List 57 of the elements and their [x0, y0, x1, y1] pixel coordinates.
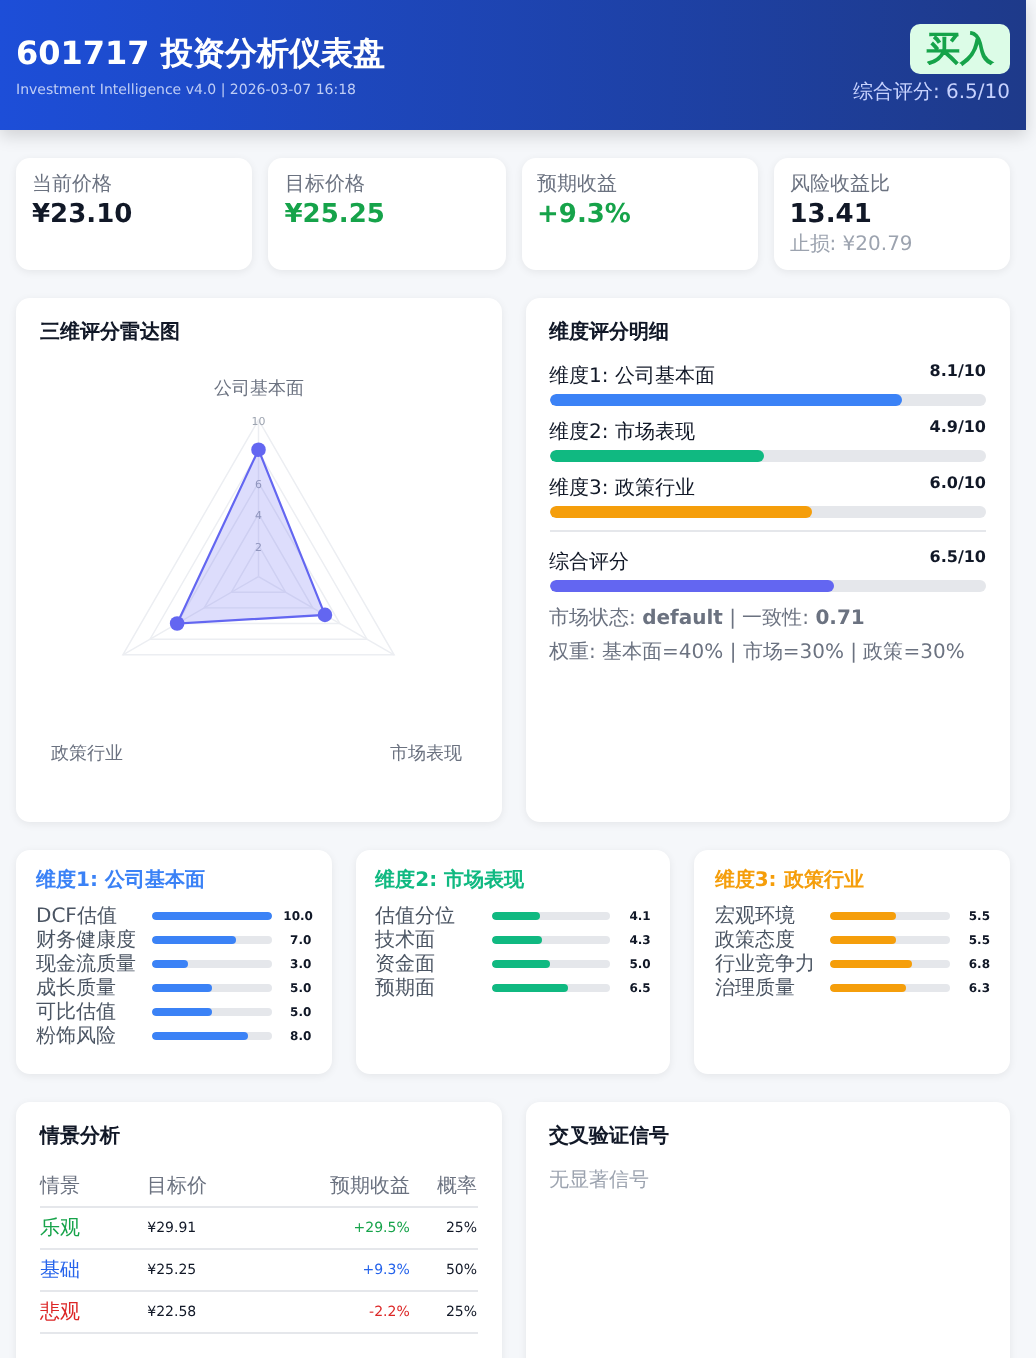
stop-loss-note: 止损: ¥20.79 [789, 231, 915, 258]
dimension-score: 8.1/10 [929, 362, 986, 384]
factor-label: 行业竞争力 [714, 951, 817, 977]
factor-label: 现金流质量 [36, 951, 138, 977]
stat-label: 当前价格 [32, 171, 114, 198]
card-title: 情景分析 [40, 1123, 122, 1150]
dimension-score: 6.0/10 [929, 474, 986, 496]
dimension-label: 维度2: 市场表现 [549, 419, 695, 446]
dashboard-title: 601717 投资分析仪表盘 [16, 33, 385, 75]
score-point [251, 442, 266, 457]
score-note: 权重: 基本面=40% | 市场=30% | 政策=30% [549, 639, 967, 666]
scenario-name: 乐观 [40, 1207, 108, 1249]
factor-label: 预期面 [375, 975, 438, 1002]
factor-label: 宏观环境 [714, 903, 797, 929]
scenario-name: 基础 [40, 1249, 108, 1291]
score-note: 市场状态: default | 一致性: 0.71 [549, 605, 867, 632]
score-point [169, 616, 185, 631]
card-title: 维度评分明细 [549, 318, 671, 346]
factor-label: 政策态度 [714, 927, 797, 953]
dimension-score: 4.9/10 [929, 418, 986, 440]
score-point [317, 607, 333, 623]
card-title: 交叉验证信号 [549, 1122, 671, 1150]
card-title: 三维评分雷达图 [40, 318, 182, 346]
empty-message: 无显著信号 [549, 1167, 651, 1194]
overall-score: 综合评分: 6.5/10 [852, 79, 1010, 106]
axis-label: 市场表现 [390, 744, 463, 765]
stat-value: 13.41 [789, 200, 874, 230]
total-label: 综合评分 [549, 549, 629, 576]
factor-label: 资金面 [375, 952, 438, 977]
stat-value: ¥23.10 [32, 200, 135, 230]
factor-label: 治理质量 [714, 975, 797, 1002]
column-header: 预期收益 [275, 1166, 410, 1207]
axis-label: 政策行业 [50, 744, 123, 765]
rating-badge: 买入 [910, 24, 1010, 74]
axis-label: 公司基本面 [213, 380, 304, 401]
stat-value: ¥25.25 [284, 200, 387, 230]
scenario-name: 悲观 [40, 1291, 108, 1333]
dimension-label: 维度1: 公司基本面 [549, 363, 715, 390]
dimension-title: 维度3: 政策行业 [714, 866, 866, 894]
factor-label: 可比估值 [36, 999, 118, 1026]
factor-label: 估值分位 [375, 904, 458, 929]
stat-label: 目标价格 [284, 171, 367, 198]
dimension-title: 维度2: 市场表现 [375, 866, 527, 894]
column-header: 目标价 [107, 1166, 276, 1207]
stat-label: 预期收益 [537, 171, 619, 198]
stat-value: +9.3% [537, 200, 633, 230]
factor-label: DCF估值 [36, 904, 119, 929]
stat-label: 风险收益比 [789, 171, 892, 198]
dimension-label: 维度3: 政策行业 [549, 475, 695, 502]
factor-label: 粉饰风险 [36, 1024, 118, 1050]
column-header: 情景 [40, 1166, 108, 1207]
column-header: 概率 [409, 1166, 477, 1207]
factor-label: 技术面 [375, 927, 438, 954]
factor-label: 成长质量 [36, 975, 118, 1001]
total-score: 6.5/10 [929, 548, 986, 570]
dimension-title: 维度1: 公司基本面 [36, 866, 207, 894]
factor-label: 财务健康度 [36, 927, 138, 953]
